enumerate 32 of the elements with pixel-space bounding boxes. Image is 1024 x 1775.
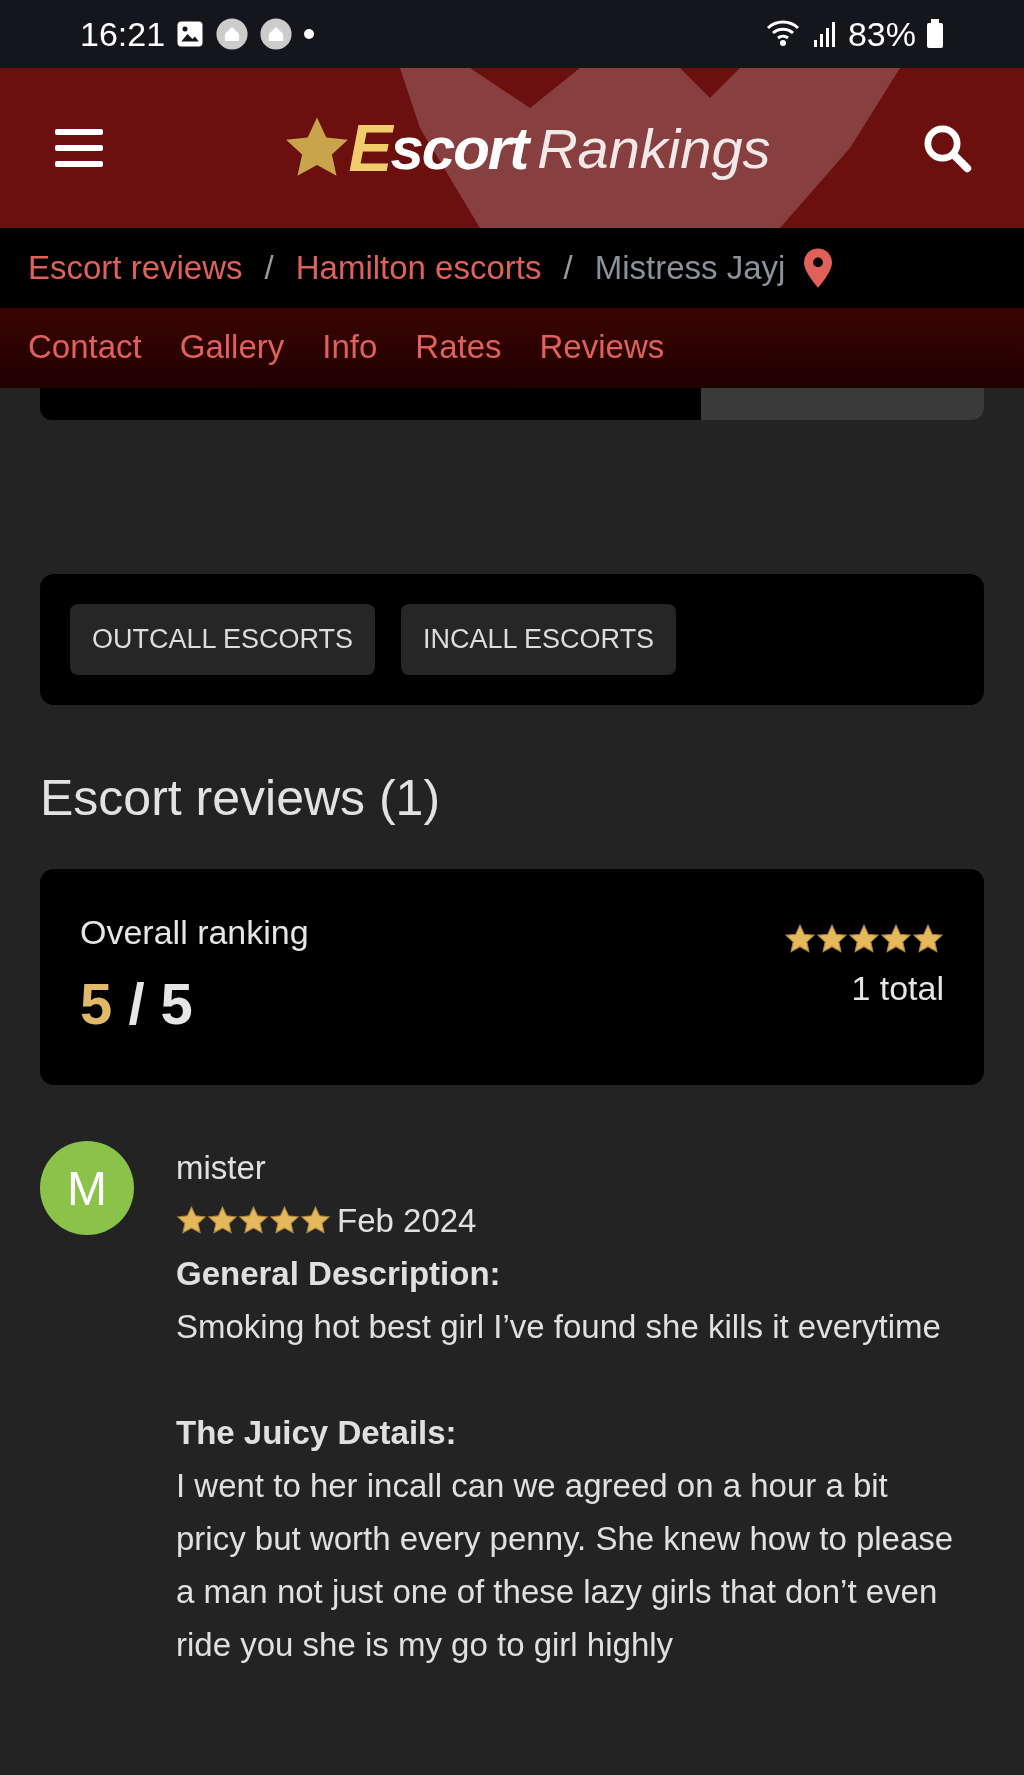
section-tab[interactable]: Contact bbox=[28, 321, 142, 375]
clock-time: 16:21 bbox=[80, 14, 166, 54]
section-tab[interactable]: Info bbox=[322, 321, 378, 375]
home-badge-icon bbox=[215, 17, 250, 51]
review-section-heading: General Description: bbox=[176, 1254, 502, 1294]
user-avatar: M bbox=[40, 1141, 134, 1235]
ranking-label: Overall ranking bbox=[80, 913, 309, 952]
review-section-heading: The Juicy Details: bbox=[176, 1413, 458, 1453]
signal-icon bbox=[811, 20, 838, 48]
battery-percent: 83% bbox=[847, 14, 916, 54]
image-icon bbox=[175, 19, 206, 49]
review-text: I went to her incall can we agreed on a hour a bit pricy but worth every penny. She knew how to please a man not just one of these lazy girls that don’t even ride you she is my go to girl highly bbox=[176, 1466, 955, 1665]
section-tab[interactable]: Gallery bbox=[179, 321, 285, 375]
review-count: 1 total bbox=[851, 969, 944, 1008]
dot-icon bbox=[303, 28, 316, 40]
battery-icon bbox=[926, 19, 944, 49]
breadcrumb-link[interactable]: Hamilton escorts bbox=[295, 249, 542, 287]
section-heading: Escort reviews (1) bbox=[40, 769, 442, 827]
menu-button[interactable] bbox=[55, 127, 103, 169]
breadcrumb-separator: / bbox=[264, 249, 274, 287]
section-tab[interactable]: Rates bbox=[415, 321, 502, 375]
review-text: Smoking hot best girl I’ve found she kills it everytime bbox=[176, 1307, 942, 1347]
review-date: Feb 2024 bbox=[337, 1201, 477, 1241]
breadcrumb-separator: / bbox=[563, 249, 573, 287]
section-tab[interactable]: Reviews bbox=[539, 321, 665, 375]
breadcrumb-link[interactable]: Escort reviews bbox=[28, 249, 243, 287]
category-tag[interactable]: OUTCALL ESCORTS bbox=[70, 604, 376, 675]
category-tag[interactable]: INCALL ESCORTS bbox=[401, 604, 677, 675]
review-author: mister bbox=[176, 1148, 267, 1188]
ranking-score: 5 / 5 bbox=[80, 970, 193, 1037]
breadcrumb-link[interactable]: Mistress Jayj bbox=[594, 249, 786, 287]
home-badge-icon bbox=[259, 17, 294, 51]
